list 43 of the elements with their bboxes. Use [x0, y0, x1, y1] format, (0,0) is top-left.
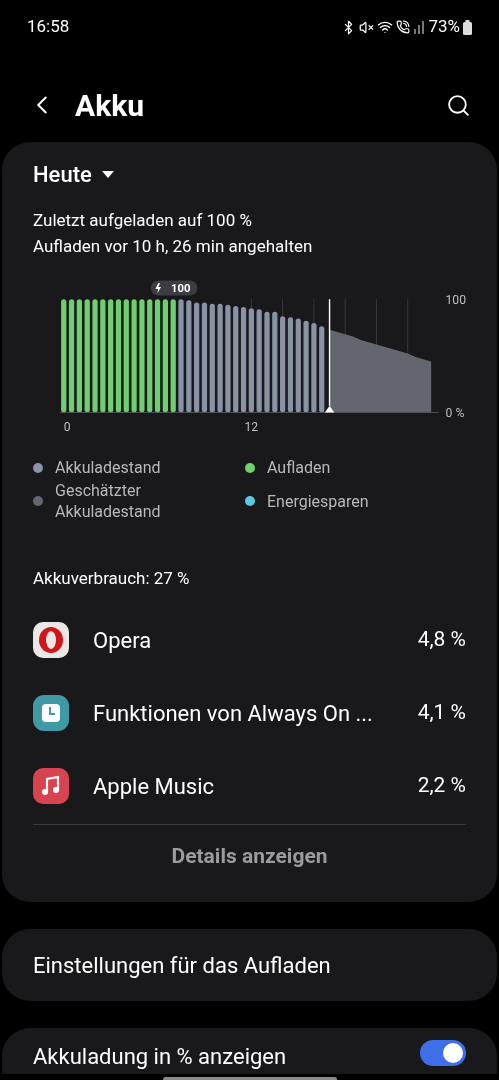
app-usage-row[interactable]: Funktionen von Always On ... 4,1 %	[33, 676, 466, 750]
legend-label: Akkuladestand	[55, 457, 161, 478]
dropdown-triangle-icon	[101, 170, 114, 179]
app-usage-percent: 2,2 %	[417, 772, 466, 800]
app-usage-row[interactable]: Opera 4,8 %	[33, 603, 466, 677]
y-tick-label: 0 %	[445, 406, 465, 421]
legend-label: Energiesparen	[267, 490, 369, 512]
music-note-icon	[33, 768, 69, 804]
wifi-icon	[377, 19, 394, 35]
legend-label: Aufladen	[267, 457, 331, 478]
app-usage-percent: 4,8 %	[417, 626, 466, 654]
legend-label: Geschätzter Akkuladestand	[55, 480, 162, 522]
mute-icon	[359, 19, 375, 35]
status-time: 16:58	[27, 15, 70, 39]
app-usage-percent: 4,1 %	[417, 699, 466, 727]
y-tick-label: 100	[445, 292, 467, 307]
app-name: Opera	[93, 626, 153, 655]
app-name: Funktionen von Always On ...	[93, 699, 374, 728]
app-name: Apple Music	[93, 772, 216, 801]
details-button[interactable]: Details anzeigen	[33, 824, 466, 888]
x-tick-label: 0	[63, 420, 71, 435]
charge-tooltip: 100	[150, 280, 198, 296]
wifi-call-icon	[396, 20, 411, 34]
clock-icon	[33, 695, 69, 731]
battery-percent: 73%	[428, 15, 460, 39]
charge-info-text: Zuletzt aufgeladen auf 100 %	[33, 209, 253, 232]
setting-label: Einstellungen für das Aufladen	[33, 951, 331, 980]
usage-heading: Akkuverbrauch: 27 %	[33, 567, 191, 590]
app-usage-row[interactable]: Apple Music 2,2 %	[33, 749, 466, 823]
settings-card[interactable]: Akkuladung in % anzeigen	[2, 1028, 497, 1074]
battery-icon	[463, 19, 472, 35]
annotation: 100	[171, 282, 191, 296]
triangle-marker-icon	[324, 405, 335, 413]
search-button[interactable]	[446, 92, 471, 118]
page-title: Akku	[75, 86, 144, 125]
signal-icon	[413, 20, 426, 34]
setting-label: Akkuladung in % anzeigen	[33, 1043, 287, 1071]
x-tick-label: 12	[244, 420, 259, 435]
charge-info-text: Aufladen vor 10 h, 26 min angehalten	[33, 235, 314, 258]
toggle-switch[interactable]	[420, 1040, 466, 1066]
opera-icon	[33, 622, 69, 658]
period-dropdown[interactable]: Heute	[33, 158, 114, 191]
settings-card[interactable]: Einstellungen für das Aufladen	[2, 929, 497, 1001]
